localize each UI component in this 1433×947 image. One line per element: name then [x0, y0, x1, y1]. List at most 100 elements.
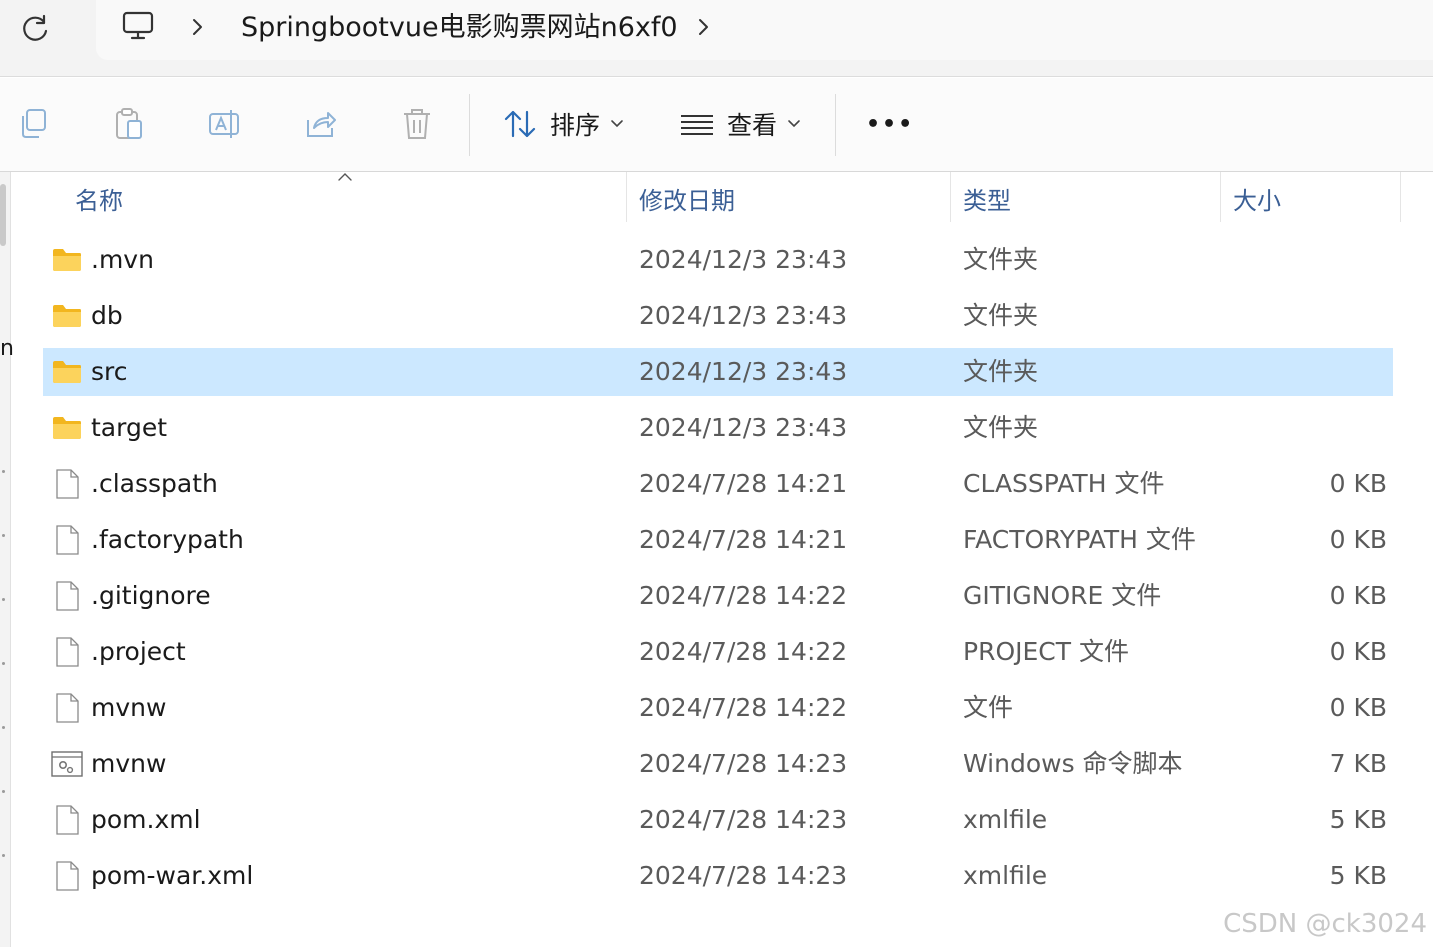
folder-icon	[53, 361, 81, 383]
file-row[interactable]: mvnw 2024/7/28 14:23 Windows 命令脚本 7 KB	[43, 740, 1393, 788]
delete-icon[interactable]	[399, 106, 435, 142]
navigation-pane-dot	[2, 470, 5, 473]
navigation-pane-dot	[2, 598, 5, 601]
sort-button[interactable]: 排序	[502, 98, 624, 150]
navigation-pane-dot	[2, 726, 5, 729]
file-row[interactable]: .mvn 2024/12/3 23:43 文件夹	[43, 236, 1393, 284]
file-type: xmlfile	[963, 805, 1048, 834]
view-button[interactable]: 查看	[679, 98, 801, 150]
file-type: xmlfile	[963, 861, 1048, 890]
file-name: target	[91, 413, 168, 442]
file-icon	[56, 637, 79, 667]
folder-icon	[53, 305, 81, 327]
column-header-name[interactable]: 名称	[75, 172, 123, 224]
file-type: 文件夹	[963, 301, 1039, 330]
file-modified-date: 2024/7/28 14:23	[639, 749, 848, 778]
address-strip: Springbootvue电影购票网站n6xf0	[0, 0, 1433, 77]
sort-ascending-caret-icon	[338, 173, 352, 181]
file-name: mvnw	[91, 693, 167, 722]
breadcrumb-folder[interactable]: Springbootvue电影购票网站n6xf0	[241, 10, 678, 46]
file-row[interactable]: pom-war.xml 2024/7/28 14:23 xmlfile 5 KB	[43, 852, 1393, 900]
file-row[interactable]: target 2024/12/3 23:43 文件夹	[43, 404, 1393, 452]
file-name: .classpath	[91, 469, 218, 498]
file-size: 5 KB	[1329, 861, 1387, 890]
column-header-date[interactable]: 修改日期	[639, 172, 735, 224]
file-type: 文件夹	[963, 245, 1039, 274]
file-modified-date: 2024/7/28 14:23	[639, 861, 848, 890]
chevron-down-icon	[788, 120, 800, 128]
column-divider[interactable]	[1220, 172, 1221, 222]
copy-icon[interactable]	[16, 106, 52, 142]
file-row[interactable]: .factorypath 2024/7/28 14:21 FACTORYPATH 文…	[43, 516, 1393, 564]
file-modified-date: 2024/7/28 14:22	[639, 581, 848, 610]
file-name: mvnw	[91, 749, 167, 778]
column-header-size[interactable]: 大小	[1233, 172, 1281, 224]
file-row[interactable]: .classpath 2024/7/28 14:21 CLASSPATH 文件 0 K…	[43, 460, 1393, 508]
file-icon	[56, 581, 79, 611]
rename-icon[interactable]	[207, 106, 243, 142]
file-row[interactable]: db 2024/12/3 23:43 文件夹	[43, 292, 1393, 340]
file-type: 文件夹	[963, 357, 1039, 386]
folder-icon	[53, 417, 81, 439]
column-divider[interactable]	[950, 172, 951, 222]
script-icon	[51, 751, 83, 777]
file-modified-date: 2024/7/28 14:22	[639, 693, 848, 722]
chevron-down-icon	[611, 120, 623, 128]
file-modified-date: 2024/12/3 23:43	[639, 413, 848, 442]
column-header-type[interactable]: 类型	[963, 172, 1011, 224]
file-modified-date: 2024/7/28 14:23	[639, 805, 848, 834]
file-name: .factorypath	[91, 525, 244, 554]
file-name: .mvn	[91, 245, 154, 274]
file-size: 0 KB	[1329, 581, 1387, 610]
more-options-icon: •••	[866, 111, 915, 137]
file-type: CLASSPATH 文件	[963, 469, 1165, 498]
share-icon[interactable]	[303, 106, 339, 142]
file-icon	[56, 861, 79, 891]
file-size: 0 KB	[1329, 525, 1387, 554]
file-modified-date: 2024/12/3 23:43	[639, 357, 848, 386]
file-size: 0 KB	[1329, 637, 1387, 666]
folder-icon	[53, 249, 81, 271]
file-row[interactable]: mvnw 2024/7/28 14:22 文件 0 KB	[43, 684, 1393, 732]
file-type: Windows 命令脚本	[963, 749, 1183, 778]
breadcrumb-chevron-icon[interactable]	[694, 14, 712, 40]
file-name: pom.xml	[91, 805, 201, 834]
toolbar-divider	[835, 94, 836, 156]
navigation-pane-text-fragment: n	[0, 336, 14, 361]
this-pc-icon[interactable]	[121, 10, 155, 42]
navigation-pane-dot	[2, 854, 5, 857]
file-type: 文件夹	[963, 413, 1039, 442]
column-divider[interactable]	[626, 172, 627, 222]
file-type: FACTORYPATH 文件	[963, 525, 1196, 554]
file-row[interactable]: .gitignore 2024/7/28 14:22 GITIGNORE 文件 0 K…	[43, 572, 1393, 620]
watermark: CSDN @ck3024	[1223, 909, 1427, 939]
navigation-pane-dot	[2, 534, 5, 537]
refresh-icon[interactable]	[18, 12, 52, 46]
file-name: db	[91, 301, 123, 330]
column-divider[interactable]	[1400, 172, 1401, 222]
more-options-button[interactable]: •••	[866, 98, 914, 150]
file-row[interactable]: src 2024/12/3 23:43 文件夹	[43, 348, 1393, 396]
paste-icon[interactable]	[111, 106, 147, 142]
file-row[interactable]: pom.xml 2024/7/28 14:23 xmlfile 5 KB	[43, 796, 1393, 844]
command-toolbar: 排序 查看 •••	[0, 78, 1433, 172]
file-type: 文件	[963, 693, 1014, 722]
file-name: pom-war.xml	[91, 861, 254, 890]
file-name: .project	[91, 637, 186, 666]
navigation-pane-scrollbar[interactable]	[0, 184, 6, 246]
breadcrumb-chevron-icon[interactable]	[188, 14, 206, 40]
file-name: src	[91, 357, 128, 386]
navigation-pane-dot	[2, 790, 5, 793]
toolbar-divider	[469, 94, 470, 156]
file-icon	[56, 693, 79, 723]
file-type: GITIGNORE 文件	[963, 581, 1162, 610]
file-name: .gitignore	[91, 581, 211, 610]
navigation-pane-dot	[2, 662, 5, 665]
file-size: 5 KB	[1329, 805, 1387, 834]
file-size: 0 KB	[1329, 469, 1387, 498]
sort-label: 排序	[550, 111, 601, 140]
file-icon	[56, 469, 79, 499]
file-icon	[56, 525, 79, 555]
file-size: 0 KB	[1329, 693, 1387, 722]
file-row[interactable]: .project 2024/7/28 14:22 PROJECT 文件 0 KB	[43, 628, 1393, 676]
